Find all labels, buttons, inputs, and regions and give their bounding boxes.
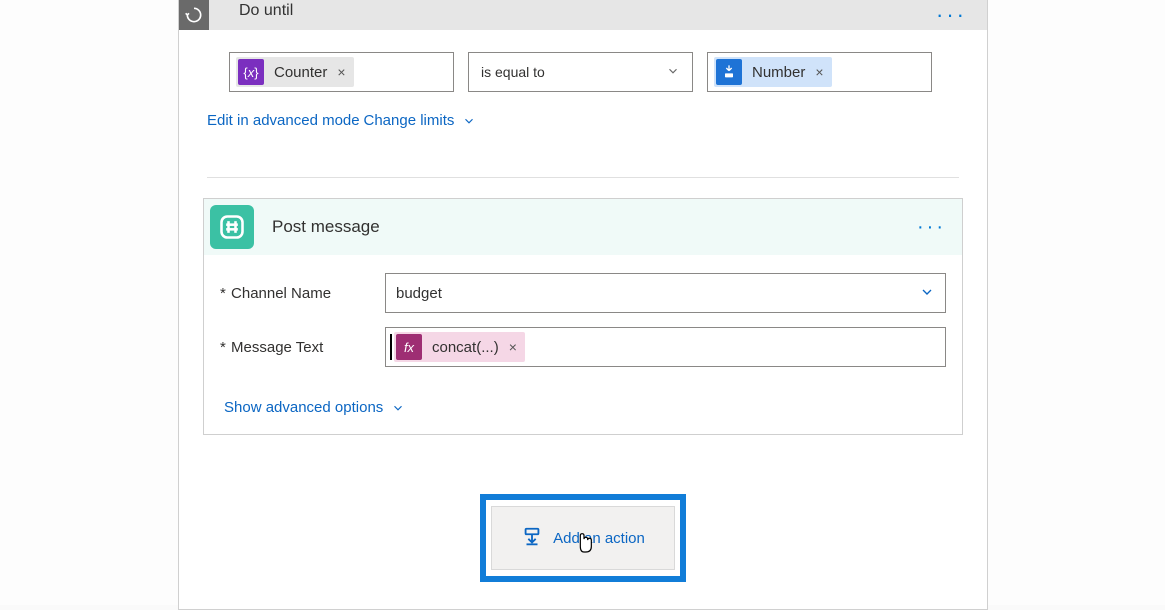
condition-left-input[interactable]: {x} Counter ×	[229, 52, 454, 92]
show-advanced-options-link[interactable]: Show advanced options	[224, 399, 405, 416]
channel-name-value: budget	[396, 285, 442, 302]
post-message-card: Post message ··· * Channel Name budget *…	[203, 198, 963, 435]
chevron-down-icon	[666, 64, 680, 81]
post-message-header: Post message ···	[204, 199, 962, 255]
change-limits-link[interactable]: Change limits	[364, 112, 477, 129]
do-until-header: Do until ···	[179, 0, 987, 30]
concat-token-remove[interactable]: ×	[509, 339, 525, 355]
operator-label: is equal to	[481, 64, 545, 80]
message-text-row: * Message Text fx concat(...) ×	[220, 327, 946, 367]
add-action-label: Add an action	[553, 530, 645, 547]
post-message-title: Post message	[272, 217, 380, 237]
number-token-label: Number	[744, 64, 815, 81]
condition-row: {x} Counter × is equal to Number ×	[179, 30, 987, 112]
counter-token[interactable]: {x} Counter ×	[236, 57, 354, 87]
counter-token-label: Counter	[266, 64, 337, 81]
channel-name-label: * Channel Name	[220, 285, 385, 302]
do-until-icon	[179, 0, 209, 30]
chevron-down-icon	[391, 401, 405, 415]
message-text-label: * Message Text	[220, 339, 385, 356]
concat-token-label: concat(...)	[424, 339, 509, 356]
add-action-highlight: Add an action	[480, 494, 686, 582]
insert-action-icon	[521, 526, 543, 551]
number-icon	[716, 59, 742, 85]
number-token-remove[interactable]: ×	[815, 64, 831, 80]
channel-name-row: * Channel Name budget	[220, 273, 946, 313]
do-until-more-button[interactable]: ···	[936, 2, 967, 28]
edit-advanced-mode-link[interactable]: Edit in advanced mode	[207, 112, 360, 129]
text-cursor	[390, 334, 392, 360]
counter-token-remove[interactable]: ×	[337, 64, 353, 80]
number-token[interactable]: Number ×	[714, 57, 832, 87]
do-until-title: Do until	[239, 2, 293, 20]
channel-name-select[interactable]: budget	[385, 273, 946, 313]
variable-icon: {x}	[238, 59, 264, 85]
concat-expression-token[interactable]: fx concat(...) ×	[394, 332, 525, 362]
slack-hash-icon	[210, 205, 254, 249]
condition-operator-select[interactable]: is equal to	[468, 52, 693, 92]
fx-icon: fx	[396, 334, 422, 360]
message-text-input[interactable]: fx concat(...) ×	[385, 327, 946, 367]
post-message-more-button[interactable]: ···	[917, 216, 946, 239]
divider	[207, 177, 959, 178]
chevron-down-icon	[919, 284, 935, 303]
add-an-action-button[interactable]: Add an action	[491, 506, 675, 570]
chevron-down-icon	[462, 114, 476, 128]
condition-right-input[interactable]: Number ×	[707, 52, 932, 92]
